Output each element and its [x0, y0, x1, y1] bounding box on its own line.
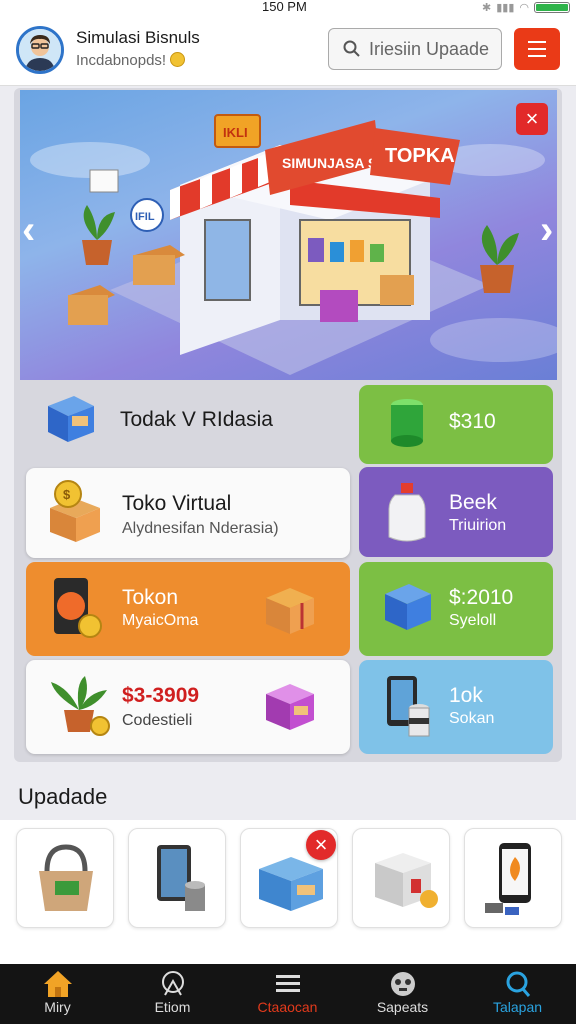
nav-item-talapan[interactable]: Talapan [460, 964, 575, 1024]
card-value: 1ok [449, 684, 483, 707]
nav-item-miry[interactable]: Miry [0, 964, 115, 1024]
app-subtitle: Incdabnopds! [76, 52, 186, 69]
section-title: Upadade [18, 784, 108, 809]
bubble-text: IFIL [135, 211, 155, 223]
next-arrow-icon[interactable]: › [540, 210, 553, 250]
hero-banner[interactable]: SIMUNJASA SINRDASIA TOPKA IKLI IFIL × ‹ … [20, 90, 557, 380]
update-item-phone[interactable] [464, 828, 562, 928]
card-subtitle: Triuirion [449, 517, 507, 534]
status-bar: 150 PM ✱ ▮▮▮ ◠ [0, 0, 576, 16]
nav-item-ctaaocan[interactable]: Ctaaocan [230, 964, 345, 1024]
status-icons: ✱ ▮▮▮ ◠ [482, 1, 570, 14]
app-title: Simulasi Bisnuls [76, 28, 200, 47]
status-time: 150 PM [262, 0, 307, 14]
business-card-2[interactable]: $310 [359, 385, 553, 464]
store-illustration: SIMUNJASA SINRDASIA TOPKA IKLI IFIL [30, 114, 557, 375]
search-icon [343, 40, 360, 57]
device-icon [387, 676, 430, 737]
home-icon [44, 971, 72, 997]
business-card-7[interactable]: $3-3909 Codestieli [26, 660, 350, 754]
card-value: $310 [449, 410, 496, 433]
card-title: Todak V RIdasia [120, 408, 273, 431]
subtitle-text: Incdabnopds! [76, 52, 167, 69]
main-panel: SIMUNJASA SINRDASIA TOPKA IKLI IFIL × ‹ … [14, 88, 562, 762]
tablet-can-icon [157, 845, 205, 911]
nav-item-etiom[interactable]: Etiom [115, 964, 230, 1024]
card-subtitle: Syeloll [449, 612, 497, 629]
card-subtitle: MyaicOma [122, 612, 199, 629]
bottom-nav: Miry Etiom Ctaaocan Sapeats Talapan [0, 964, 576, 1024]
menu-lines-icon [276, 975, 300, 992]
nav-label: Sapeats [376, 999, 429, 1015]
wifi-icon: ◠ [519, 2, 529, 14]
coin-icon [170, 52, 186, 67]
app-header: Simulasi Bisnuls Incdabnopds! Iriesiin U… [0, 16, 576, 86]
chart-icon [162, 971, 184, 996]
search-placeholder: Iriesiin Upaade [369, 38, 490, 59]
business-card-1[interactable]: Todak V RIdasia [24, 380, 350, 456]
update-item-tablet[interactable] [128, 828, 226, 928]
close-badge-button[interactable]: × [306, 830, 336, 860]
card-subtitle: Sokan [449, 710, 495, 727]
card-value: $3-3909 [122, 684, 200, 707]
business-card-4[interactable]: Beek Triuirion [359, 467, 553, 557]
nav-label: Miry [44, 999, 71, 1015]
card-title: Beek [449, 491, 497, 514]
gift-box-icon [266, 588, 314, 634]
blue-box-icon [385, 584, 431, 630]
signal-icon: ▮▮▮ [496, 2, 515, 14]
business-card-3[interactable]: $ Toko Virtual Alydnesifan Nderasia) [26, 468, 350, 558]
card-title: Tokon [122, 586, 179, 609]
prev-arrow-icon[interactable]: ‹ [22, 210, 35, 250]
nav-item-sapeats[interactable]: Sapeats [345, 964, 460, 1024]
controller-icon [391, 972, 415, 996]
sign-right-text: TOPKA [385, 145, 455, 167]
card-subtitle: Codestieli [122, 712, 193, 729]
bluetooth-icon: ✱ [482, 2, 492, 14]
basket-icon [39, 844, 93, 911]
avatar[interactable] [16, 26, 64, 74]
nav-label: Talapan [492, 999, 543, 1015]
close-banner-button[interactable]: × [516, 103, 548, 135]
safe-icon [375, 853, 438, 908]
update-item-safe[interactable] [352, 828, 450, 928]
search-input[interactable]: Iriesiin Upaade [328, 28, 502, 70]
update-item-basket[interactable] [16, 828, 114, 928]
phone-icon [485, 843, 531, 915]
menu-button[interactable] [514, 28, 560, 70]
box-icon [48, 396, 94, 442]
search-icon [506, 971, 531, 997]
card-subtitle: Alydnesifan Nderasia) [122, 520, 279, 537]
sign-top-text: IKLI [223, 125, 248, 140]
bottle-icon [388, 483, 426, 542]
tablet-icon [54, 578, 102, 638]
card-title: Toko Virtual [122, 492, 232, 515]
nav-label: Etiom [154, 999, 191, 1015]
business-card-8[interactable]: 1ok Sokan [359, 660, 553, 754]
update-strip [0, 820, 576, 965]
card-value: $:2010 [449, 586, 514, 609]
plant-icon [51, 676, 110, 736]
nav-label: Ctaaocan [257, 999, 318, 1015]
battery-icon [534, 2, 570, 13]
coin-box-icon: $ [50, 480, 100, 542]
cup-icon [391, 399, 423, 447]
purple-box-icon [266, 684, 314, 730]
business-card-6[interactable]: $:2010 Syeloll [359, 562, 553, 656]
business-card-5[interactable]: Tokon MyaicOma [26, 562, 350, 656]
svg-text:$: $ [63, 487, 71, 502]
